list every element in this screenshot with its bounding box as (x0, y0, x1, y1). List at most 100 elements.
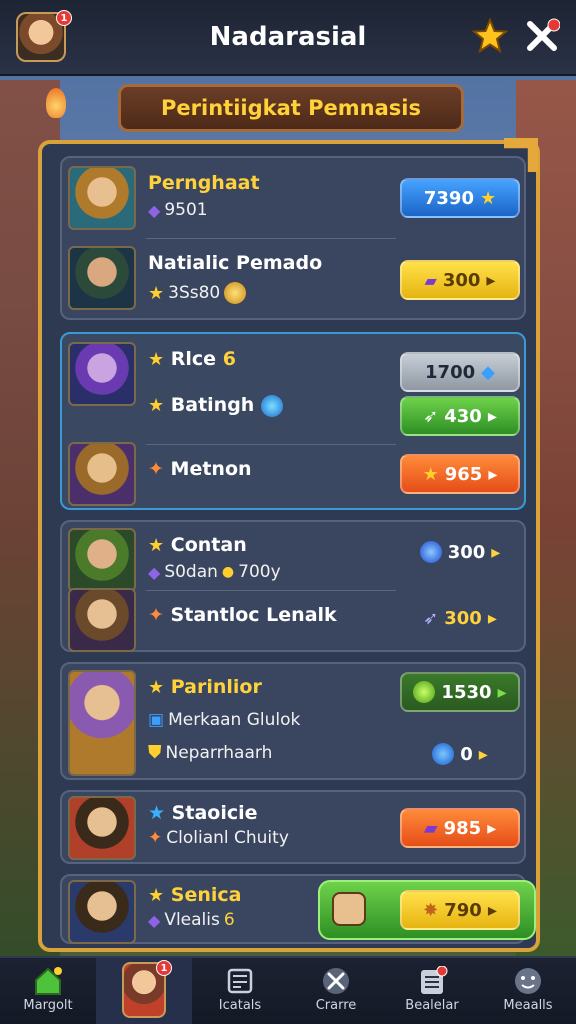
price-value: 300 (447, 541, 486, 563)
feather-icon: ➶ (423, 405, 439, 427)
price-value: 985 (443, 817, 482, 839)
price-button[interactable]: 7390 ★ (400, 178, 520, 218)
star-icon: ★ (148, 885, 165, 906)
clock-icon (432, 743, 455, 765)
hero-portrait (68, 442, 136, 506)
price-value: 965 (444, 463, 483, 485)
hero-name-text: Rlce (170, 348, 217, 370)
price-button[interactable]: 1530 ▸ (400, 672, 520, 712)
star-icon: ★ (148, 677, 165, 698)
hero-name: ★ Senica (148, 884, 241, 906)
hero-stat: ◆ 9501 (148, 200, 208, 220)
coin-icon (224, 282, 247, 304)
list-item[interactable]: Natialic Pemado ★ 3Ss80 ▰ 300 ▸ (62, 242, 524, 314)
scroll-icon: ▰ (423, 817, 438, 839)
price-button[interactable]: ✸ 790 ▸ (400, 890, 520, 930)
hero-portrait (68, 166, 136, 230)
arrow-icon: ▸ (487, 899, 497, 921)
puzzle-icon: ✦ (148, 458, 164, 480)
hero-name: ★ Rlce 6 (148, 348, 236, 370)
price-value: 790 (444, 899, 482, 921)
divider (146, 238, 396, 239)
star-icon: ★ (422, 463, 439, 485)
nav-label: Meaalls (503, 998, 553, 1013)
hero-name: ★ Staoicie (148, 802, 258, 824)
price-value: 0 (460, 743, 473, 765)
arrow-icon: ▸ (487, 405, 497, 427)
ranking-group: ★ Contan ◆ S0dan ● 700y 300 ▸ ✦ Stantloc… (60, 520, 526, 652)
orb-icon (413, 681, 436, 703)
banner-title: Perintiigkat Pemnasis (161, 96, 421, 120)
hero-name: ★ Contan (148, 534, 247, 556)
hero-stat-value: Clolianl Chuity (166, 828, 289, 848)
hero-stat-value: S0dan (164, 562, 218, 582)
star-icon: ★ (148, 282, 165, 304)
hero-stat-value: Merkaan Glulok (168, 710, 301, 730)
hero-name-text: Contan (170, 534, 247, 556)
hero-stat: ▣ Merkaan Glulok (148, 710, 300, 730)
book-icon: ▣ (148, 710, 165, 730)
hero-portrait (68, 528, 136, 592)
price-button[interactable]: ★ 965 ▸ (400, 454, 520, 494)
swords-icon (323, 968, 349, 994)
nav-label: Bealelar (405, 998, 459, 1013)
hero-stat-value: Vlealis (164, 910, 220, 930)
ranking-group: ★ Parinlior 1530 ▸ ▣ Merkaan Glulok ⛊ Ne… (60, 662, 526, 780)
hero-stat-value: Neparrhaarh (165, 742, 273, 763)
nav-label: Icatals (218, 998, 262, 1013)
price-value: 430 (444, 405, 482, 427)
nav-item-cards[interactable]: Icatals (192, 958, 288, 1024)
price-button[interactable]: ▰ 300 ▸ (400, 260, 520, 300)
price-button[interactable]: 300 ▸ (400, 532, 520, 572)
hero-stat-value: 3Ss80 (168, 283, 221, 303)
hero-stat-value: 700y (238, 562, 281, 582)
hero-name: ★ Batingh (148, 394, 283, 417)
star-icon: ★ (148, 395, 165, 416)
nav-item-profile[interactable]: 1 (96, 958, 192, 1024)
arrow-icon: ▸ (487, 817, 497, 839)
hero-name: ✦ Stantloc Lenalk (148, 604, 337, 626)
nav-item-home[interactable]: Margolt (0, 958, 96, 1024)
price-button[interactable]: ▰ 985 ▸ (400, 808, 520, 848)
arrow-icon: ▸ (487, 607, 497, 629)
hero-name-text: Batingh (170, 394, 255, 416)
torch-flame-icon (46, 88, 66, 118)
star-icon[interactable] (472, 18, 508, 54)
hero-stat: ⛊ Neparrhaarh (148, 742, 272, 763)
arrow-icon: ▸ (488, 463, 498, 485)
orb-icon (260, 394, 283, 417)
star-icon: ★ (148, 802, 166, 824)
hero-name: Natialic Pemado (148, 252, 323, 274)
close-icon[interactable] (524, 18, 560, 54)
arrow-icon: ▸ (478, 743, 488, 765)
list-item[interactable]: ✦ Stantloc Lenalk ➶ 300 ▸ (62, 584, 524, 656)
orb-icon (419, 541, 442, 563)
nav-label: Margolt (23, 998, 73, 1013)
list-item[interactable]: ★ Staoicie ✦ Clolianl Chuity ▰ 985 ▸ (62, 792, 524, 864)
price-button[interactable]: ➶ 300 ▸ (400, 598, 520, 638)
hero-portrait (68, 246, 136, 310)
hero-stat-value: 9501 (164, 200, 208, 220)
list-item[interactable]: ★ Senica ◆ Vlealis 6 ✸ 790 ▸ (62, 876, 536, 948)
claw-icon: ✸ (423, 899, 439, 921)
gem-icon: ◆ (148, 562, 161, 582)
shield-icon: ⛊ (148, 742, 162, 763)
list-item[interactable]: ✦ Metnon ★ 965 ▸ (62, 438, 524, 510)
scroll-icon: ▰ (424, 270, 437, 290)
nav-item-list[interactable]: Bealelar (384, 958, 480, 1024)
nav-item-social[interactable]: Meaalls (480, 958, 576, 1024)
arrow-icon: ▸ (486, 269, 496, 291)
price-value: 1700 (425, 361, 476, 383)
list-item[interactable]: Pernghaat ◆ 9501 7390 ★ (62, 162, 524, 234)
hero-name-text: Metnon (170, 458, 252, 480)
hero-name-text: Parinlior (170, 676, 262, 698)
price-button[interactable]: 0 ▸ (400, 734, 520, 774)
price-button[interactable]: ➶ 430 ▸ (400, 396, 520, 436)
feather-icon: ➶ (423, 607, 439, 629)
coin-icon: ● (221, 564, 235, 580)
ranking-panel: Pernghaat ◆ 9501 7390 ★ Natialic Pemado … (38, 138, 540, 952)
nav-item-battle[interactable]: Crarre (288, 958, 384, 1024)
gem-icon: ◆ (148, 200, 161, 220)
hero-name-text: Staoicie (171, 802, 258, 824)
cards-icon (227, 968, 253, 994)
